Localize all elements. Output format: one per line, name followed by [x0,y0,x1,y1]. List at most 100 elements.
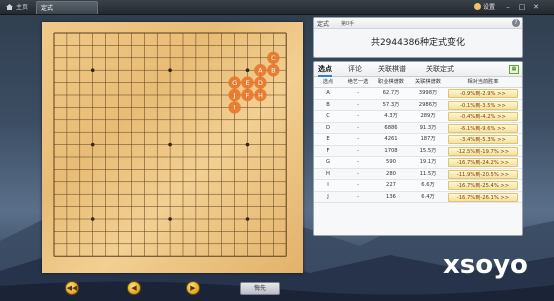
move-marker-a[interactable]: A [254,64,267,77]
move-marker-g[interactable]: G [228,76,241,89]
col-point: 选点 [322,79,334,85]
cell-ai: - [357,113,359,119]
settings-label: 设置 [483,4,496,11]
cell-related: 3998万 [418,90,438,96]
help-icon[interactable]: ? [512,19,520,27]
move-marker-i[interactable]: I [228,101,241,114]
cell-point: J [327,193,329,200]
move-marker-e[interactable]: E [241,76,254,89]
cell-point: G [325,159,331,165]
marker-label: I [234,104,236,112]
tab-points[interactable]: 选点 [318,64,332,77]
cell-rate[interactable]: -0.1%到-3.5% >> [448,100,518,110]
maximize-button[interactable]: □ [518,3,526,11]
watermark: xsoyo [443,250,528,280]
undo-button[interactable]: 悔先 [240,282,280,295]
export-icon[interactable]: ▦ [509,65,519,74]
cell-rate[interactable]: -16.7%到-26.1% >> [448,192,518,202]
table-row[interactable]: F - 1708 15.5万 -12.5%到-19.7% >> [314,146,522,157]
cell-rate[interactable]: -0.9%到-2.9% >> [448,89,518,98]
marker-label: C [271,54,276,62]
cell-rate[interactable]: -6.1%到-9.6% >> [448,123,518,133]
panel-tabs: 选点 评论 关联棋谱 关联定式 ▦ [314,62,522,77]
cell-pro: 227 [386,182,396,188]
board-grid: CA B G E D J F H I [53,32,287,257]
star-point [168,142,172,147]
cell-point: B [326,101,330,108]
tab-joseki[interactable]: 定式 [36,1,98,14]
cell-ai: - [357,101,359,108]
go-board[interactable]: CAB GE D J FH I [42,22,303,273]
cell-rate[interactable]: -3.4%到-5.3% >> [448,135,518,144]
cell-rate[interactable]: -16.7%到-25.4% >> [448,181,518,190]
cell-pro: 62.7万 [382,90,400,96]
variation-summary: 共2944386种定式变化 [370,38,466,48]
cell-pro: 280 [386,170,396,177]
marker-label: F [246,91,250,99]
prev-icon: ◀ [131,284,137,292]
col-rate: 相对当前胜率 [467,79,499,85]
move-marker-f[interactable]: F [241,88,254,102]
tab-related-joseki[interactable]: 关联定式 [426,64,454,75]
star-point [168,68,172,72]
tab-related-games[interactable]: 关联棋谱 [378,64,406,75]
cell-ai: - [357,136,359,142]
table-row[interactable]: G - 590 19.1万 -16.7%到-24.2% >> [314,157,522,169]
star-point [90,68,95,72]
marker-label: J [233,91,236,99]
cell-ai: - [357,124,359,131]
joseki-header: 定式 第0手 ? 共2944386种定式变化 [313,17,523,58]
minimize-button[interactable]: – [504,3,512,11]
star-point [245,142,250,147]
cell-ai: - [357,170,359,177]
cell-ai: - [357,90,359,96]
cell-ai: - [357,193,359,200]
table-row[interactable]: D - 6886 91.3万 -6.1%到-9.6% >> [314,123,522,134]
table-row[interactable]: E - 4261 187万 -3.4%到-5.3% >> [314,134,522,146]
cell-related: 289万 [420,113,436,119]
cell-rate[interactable]: -12.5%到-19.7% >> [448,146,518,156]
cell-related: 91.3万 [419,124,437,131]
table-row[interactable]: C - 4.3万 289万 -0.4%到-4.2% >> [314,111,522,123]
cell-rate[interactable]: -0.4%到-4.2% >> [448,112,518,121]
table-row[interactable]: I - 227 6.6万 -16.7%到-25.4% >> [314,180,522,192]
move-marker-b[interactable]: B [267,64,280,77]
cell-related: 11.5万 [419,170,437,177]
home-icon [6,4,13,10]
tab-home[interactable]: 主页 [2,1,34,14]
cell-ai: - [357,182,359,188]
table-row[interactable]: H - 280 11.5万 -11.9%到-20.5% >> [314,169,522,180]
cell-pro: 57.3万 [382,101,400,108]
col-pro: 职业棋谱数 [378,79,404,85]
analysis-panel: 选点 评论 关联棋谱 关联定式 ▦ 选点 绝艺一选 职业棋谱数 关联棋谱数 相对… [313,61,523,236]
table-row[interactable]: A - 62.7万 3998万 -0.9%到-2.9% >> [314,88,522,100]
move-marker-h[interactable]: H [254,88,267,102]
next-button[interactable]: ▶ [186,281,200,295]
table-row[interactable]: B - 57.3万 2986万 -0.1%到-3.5% >> [314,100,522,111]
cell-point: H [326,170,330,177]
settings-button[interactable]: 设置 [474,1,495,14]
col-ai: 绝艺一选 [347,79,369,85]
marker-label: A [258,67,263,75]
move-marker-c[interactable]: C [267,51,280,64]
prev-button[interactable]: ◀ [127,281,141,295]
cell-point: C [326,113,330,119]
tab-comments[interactable]: 评论 [348,64,362,75]
cell-pro: 590 [386,159,396,165]
move-info: 第0手 [341,21,355,27]
marker-label: H [258,91,263,99]
cell-rate[interactable]: -11.9%到-20.5% >> [448,169,518,179]
cell-related: 19.1万 [419,159,437,165]
table-row[interactable]: J - 136 6.4万 -16.7%到-26.1% >> [314,192,522,203]
star-point [90,142,95,147]
marker-label: D [258,79,263,87]
close-button[interactable]: ✕ [532,3,540,11]
cell-ai: - [357,147,359,154]
fast-back-icon: ◀◀ [66,284,78,292]
move-marker-d[interactable]: D [254,76,267,89]
col-related: 关联棋谱数 [415,79,441,85]
fast-back-button[interactable]: ◀◀ [65,281,79,295]
cell-rate[interactable]: -16.7%到-24.2% >> [448,158,518,167]
move-marker-j[interactable]: J [228,88,241,102]
star-point [245,68,250,72]
